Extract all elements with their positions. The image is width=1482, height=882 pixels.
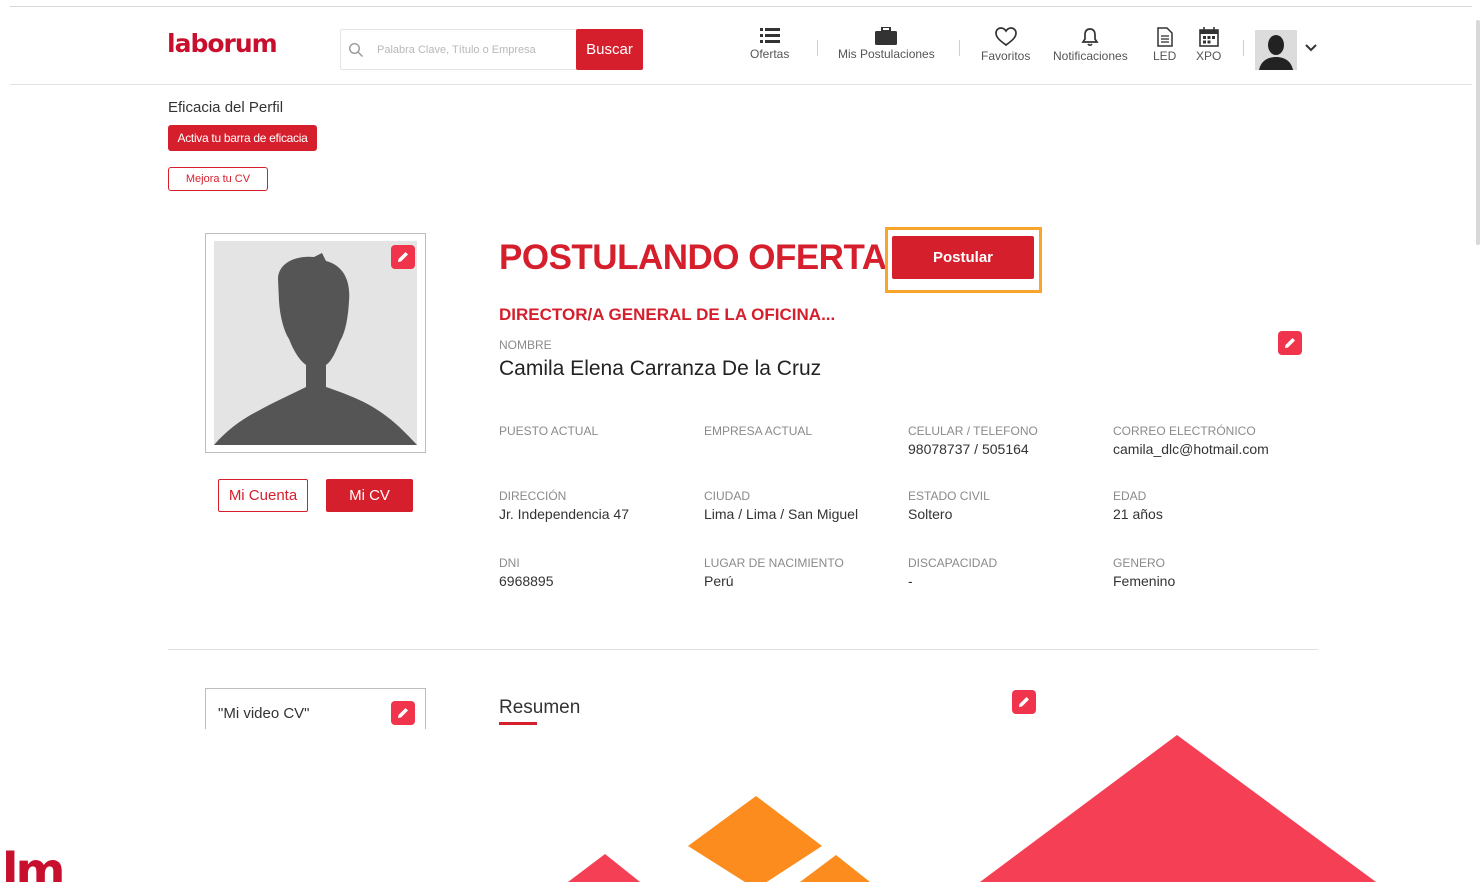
search-icon: [348, 42, 363, 57]
page: laborum Buscar Ofertas Mis Postu: [0, 0, 1482, 882]
calendar-icon: [1198, 27, 1219, 47]
video-cv-label: "Mi video CV": [218, 705, 310, 722]
apply-button[interactable]: Postular: [892, 236, 1034, 279]
field-value: 6968895: [499, 573, 554, 589]
nav-favoritos[interactable]: Favoritos: [981, 27, 1030, 63]
nav-divider: [1243, 40, 1244, 56]
user-avatar[interactable]: [1255, 30, 1297, 70]
field-value: Soltero: [908, 506, 953, 522]
chevron-down-icon[interactable]: [1305, 44, 1317, 52]
nav-divider: [959, 40, 960, 56]
field-label: DISCAPACIDAD: [908, 556, 998, 570]
user-silhouette-icon: [1259, 35, 1293, 70]
pencil-icon: [1285, 338, 1295, 348]
name-label: NOMBRE: [499, 338, 552, 352]
field-label: EMPRESA ACTUAL: [704, 424, 813, 438]
resumen-underline: [499, 722, 537, 725]
nav-notificaciones[interactable]: Notificaciones: [1053, 27, 1128, 63]
bell-icon: [1081, 28, 1099, 47]
nav-label: Favoritos: [981, 49, 1031, 63]
nav-divider: [817, 40, 818, 56]
field-value: camila_dlc@hotmail.com: [1113, 441, 1269, 457]
list-icon: [759, 28, 780, 43]
improve-cv-button[interactable]: Mejora tu CV: [168, 167, 268, 191]
activate-efficacy-button[interactable]: Activa tu barra de eficacia: [168, 125, 317, 151]
field-value: Femenino: [1113, 573, 1176, 589]
document-icon: [1156, 27, 1173, 47]
edit-video-button[interactable]: [391, 701, 415, 725]
field-label: EDAD: [1113, 489, 1147, 503]
my-cv-button[interactable]: Mi CV: [326, 479, 413, 512]
edit-profile-button[interactable]: [1278, 331, 1302, 355]
field-value: Perú: [704, 573, 734, 589]
nav-xpo[interactable]: XPO: [1196, 27, 1221, 63]
field-label: CELULAR / TELEFONO: [908, 424, 1038, 438]
pencil-icon: [398, 252, 408, 262]
field-label: GENERO: [1113, 556, 1166, 570]
nav-label: Mis Postulaciones: [838, 47, 935, 61]
edit-resumen-button[interactable]: [1012, 690, 1036, 714]
pencil-icon: [1019, 697, 1029, 707]
search-input[interactable]: [377, 38, 573, 62]
my-account-button[interactable]: Mi Cuenta: [218, 479, 308, 512]
field-value: Jr. Independencia 47: [499, 506, 629, 522]
field-label: PUESTO ACTUAL: [499, 424, 599, 438]
search-bar: Buscar: [340, 29, 643, 70]
field-value: -: [908, 573, 913, 589]
laborum-logo-partial: lm: [2, 843, 65, 882]
resumen-title: Resumen: [499, 697, 581, 718]
user-silhouette-icon: [214, 253, 417, 445]
nav-led[interactable]: LED: [1153, 27, 1176, 63]
nav-label: Notificaciones: [1053, 49, 1128, 63]
heart-icon: [994, 27, 1017, 47]
job-title: DIRECTOR/A GENERAL DE LA OFICINA...: [499, 305, 836, 324]
profile-photo: [205, 233, 426, 453]
field-label: CORREO ELECTRÓNICO: [1113, 424, 1256, 438]
field-label: CIUDAD: [704, 489, 751, 503]
nav-label: Ofertas: [750, 47, 790, 61]
decorative-shapes: [568, 735, 1376, 882]
eficacia-title: Eficacia del Perfil: [168, 99, 284, 116]
nav-ofertas[interactable]: Ofertas: [750, 27, 789, 61]
nav-label: XPO: [1196, 49, 1222, 63]
section-divider: [168, 649, 1318, 650]
page-title: POSTULANDO OFERTA: [499, 238, 887, 277]
site-header: laborum Buscar Ofertas Mis Postu: [10, 7, 1472, 85]
edit-photo-button[interactable]: [391, 245, 415, 269]
field-value: Lima / Lima / San Miguel: [704, 506, 859, 522]
field-label: DIRECCIÓN: [499, 489, 567, 503]
search-button[interactable]: Buscar: [576, 29, 643, 70]
field-label: DNI: [499, 556, 520, 570]
nav-label: LED: [1153, 49, 1177, 63]
briefcase-icon: [875, 27, 898, 45]
photo-placeholder: [214, 241, 417, 445]
field-label: LUGAR DE NACIMIENTO: [704, 556, 844, 570]
field-label: ESTADO CIVIL: [908, 489, 990, 503]
nav-mis-postulaciones[interactable]: Mis Postulaciones: [838, 27, 935, 61]
pencil-icon: [398, 708, 408, 718]
field-value: 98078737 / 505164: [908, 441, 1029, 457]
scrollbar[interactable]: [1476, 20, 1480, 245]
field-value: 21 años: [1113, 506, 1163, 522]
candidate-name: Camila Elena Carranza De la Cruz: [499, 357, 822, 380]
laborum-logo[interactable]: laborum: [167, 29, 278, 58]
bottom-banner: lm: [0, 729, 1482, 882]
